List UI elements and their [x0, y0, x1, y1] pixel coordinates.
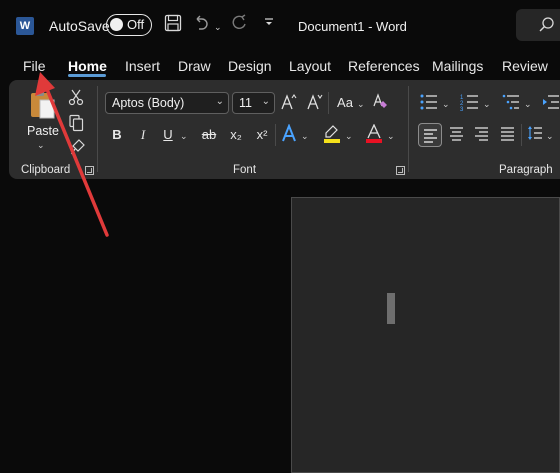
superscript-button[interactable]: x²	[253, 125, 271, 145]
multilevel-list-icon[interactable]	[501, 93, 521, 113]
font-name-dropdown-icon[interactable]: ⌄	[216, 96, 224, 107]
align-left-button[interactable]	[418, 123, 442, 147]
document-title: Document1 - Word	[298, 19, 407, 34]
autosave-toggle[interactable]: Off	[106, 14, 152, 36]
font-divider-2	[275, 124, 276, 146]
paragraph-group-label: Paragraph	[499, 164, 553, 176]
document-page[interactable]	[291, 197, 560, 473]
font-group-label: Font	[233, 164, 257, 176]
clear-formatting-icon[interactable]	[371, 92, 391, 112]
bullets-icon[interactable]	[419, 93, 439, 113]
text-effects-icon[interactable]	[281, 123, 299, 144]
highlight-dropdown-icon[interactable]: ⌄	[345, 131, 353, 142]
strikethrough-button[interactable]: ab	[199, 125, 219, 145]
font-size-dropdown-icon[interactable]: ⌄	[262, 96, 270, 107]
svg-text:3: 3	[460, 107, 464, 111]
active-tab-indicator	[68, 74, 106, 77]
tab-draw[interactable]: Draw	[178, 58, 211, 74]
line-spacing-icon[interactable]	[527, 125, 543, 145]
title-bar: W AutoSave Off ⌄ Document1 - Word	[0, 0, 560, 52]
grow-font-icon[interactable]	[280, 93, 298, 113]
font-size-combo[interactable]: 11 ⌄	[232, 92, 275, 114]
format-painter-icon[interactable]	[69, 138, 87, 156]
autosave-label: AutoSave	[49, 18, 110, 34]
search-button[interactable]	[516, 9, 560, 41]
customize-toolbar-icon[interactable]	[258, 14, 280, 36]
paste-dropdown-icon[interactable]: ⌄	[37, 140, 45, 151]
tab-references[interactable]: References	[348, 58, 420, 74]
tab-review[interactable]: Review	[502, 58, 548, 74]
shrink-font-icon[interactable]	[306, 93, 324, 113]
ribbon: Paste ⌄ Clipboard Aptos (Body) ⌄ 11 ⌄ Aa…	[9, 80, 560, 179]
paste-button-label[interactable]: Paste	[27, 124, 59, 138]
copy-icon[interactable]	[67, 114, 85, 132]
font-size-value: 11	[239, 96, 252, 110]
bold-button[interactable]: B	[109, 125, 125, 145]
cut-icon[interactable]	[67, 88, 85, 106]
clipboard-group-label: Clipboard	[21, 164, 71, 176]
text-effects-dropdown-icon[interactable]: ⌄	[301, 131, 309, 142]
change-case-label: Aa	[337, 95, 353, 110]
save-icon[interactable]	[162, 14, 184, 36]
tab-layout[interactable]: Layout	[289, 58, 331, 74]
numbering-dropdown-icon[interactable]: ⌄	[483, 99, 491, 110]
paste-icon[interactable]	[29, 88, 55, 120]
autosave-state: Off	[127, 17, 145, 32]
change-case-dropdown-icon[interactable]: ⌄	[357, 99, 365, 110]
font-launcher-icon[interactable]	[396, 166, 405, 175]
toggle-knob	[110, 18, 123, 31]
numbering-icon[interactable]: 123	[460, 93, 480, 113]
change-case-button[interactable]: Aa	[335, 93, 355, 113]
highlight-icon[interactable]	[322, 124, 342, 144]
multilevel-dropdown-icon[interactable]: ⌄	[524, 99, 532, 110]
subscript-button[interactable]: x₂	[227, 125, 245, 145]
align-center-icon[interactable]	[448, 126, 464, 146]
undo-dropdown-icon[interactable]: ⌄	[214, 22, 222, 33]
group-divider-2	[408, 86, 409, 172]
underline-button[interactable]: U	[160, 125, 176, 145]
decrease-indent-icon[interactable]	[542, 93, 560, 113]
align-right-icon[interactable]	[473, 126, 489, 146]
tab-insert[interactable]: Insert	[125, 58, 160, 74]
group-divider	[97, 86, 98, 172]
paragraph-divider	[521, 124, 522, 146]
font-divider	[328, 92, 329, 114]
text-cursor	[387, 293, 395, 324]
font-name-value: Aptos (Body)	[112, 96, 185, 110]
tab-mailings[interactable]: Mailings	[432, 58, 483, 74]
search-icon	[539, 17, 554, 32]
line-spacing-dropdown-icon[interactable]: ⌄	[546, 131, 554, 142]
underline-dropdown-icon[interactable]: ⌄	[180, 131, 188, 142]
font-color-dropdown-icon[interactable]: ⌄	[387, 131, 395, 142]
justify-icon[interactable]	[499, 126, 515, 146]
word-logo-icon: W	[16, 17, 38, 35]
tab-design[interactable]: Design	[228, 58, 272, 74]
undo-icon[interactable]	[191, 14, 213, 36]
font-name-combo[interactable]: Aptos (Body) ⌄	[105, 92, 229, 114]
font-color-icon[interactable]	[364, 123, 384, 144]
redo-icon[interactable]	[229, 14, 251, 36]
tab-home[interactable]: Home	[68, 58, 107, 74]
clipboard-launcher-icon[interactable]	[85, 166, 94, 175]
bullets-dropdown-icon[interactable]: ⌄	[442, 99, 450, 110]
align-left-icon	[424, 129, 437, 143]
tab-file[interactable]: File	[23, 58, 46, 74]
italic-button[interactable]: I	[135, 125, 151, 145]
